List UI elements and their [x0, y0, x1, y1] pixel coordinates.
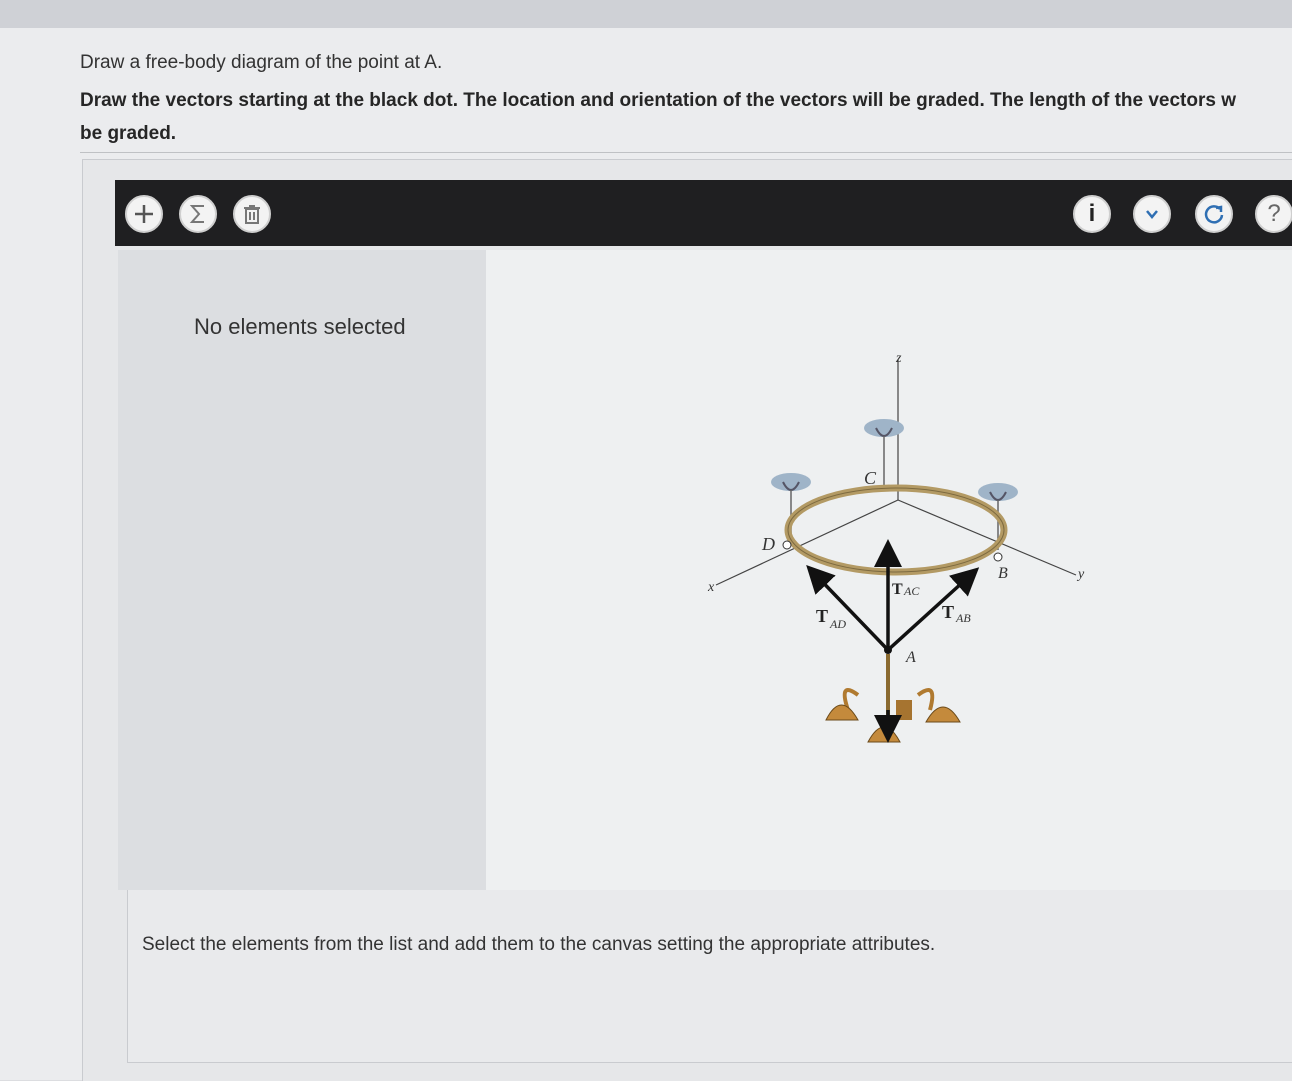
instructions-line-1: Draw the vectors starting at the black d… [80, 90, 1237, 111]
point-b-label: B [998, 565, 1008, 582]
sigma-icon [189, 205, 204, 223]
no-selection-label: No elements selected [194, 314, 406, 339]
svg-text:T: T [942, 602, 954, 622]
point-a-label: A [905, 649, 916, 666]
label-t-ac: T AC [892, 581, 920, 598]
widget-toolbar: i ? [115, 180, 1292, 246]
trash-icon [244, 205, 260, 224]
point-d-label: D [761, 534, 775, 554]
question-page: Draw a free-body diagram of the point at… [0, 28, 1292, 1081]
point-c-label: C [864, 468, 877, 488]
reset-button[interactable] [1195, 195, 1233, 233]
info-button[interactable]: i [1073, 195, 1111, 233]
chevron-down-icon [1146, 210, 1158, 219]
element-properties-panel: No elements selected [118, 250, 486, 890]
add-element-button[interactable] [125, 195, 163, 233]
instructions-line-2: be graded. [80, 123, 177, 144]
instructions-footer: Select the elements from the list and ad… [127, 890, 1292, 1063]
reset-icon [1204, 205, 1224, 224]
plus-icon [135, 205, 153, 223]
label-t-ab: T AB [942, 602, 971, 625]
hook-d-icon [771, 473, 811, 491]
svg-text:T: T [816, 606, 828, 626]
label-t-ad: T AD [816, 606, 846, 631]
svg-text:AB: AB [955, 611, 971, 625]
hook-b-icon [978, 483, 1018, 501]
help-button[interactable]: ? [1255, 195, 1292, 233]
help-icon: ? [1267, 200, 1281, 227]
svg-text:AC: AC [903, 584, 920, 598]
point-a-dot [884, 646, 892, 654]
x-axis-label: x [707, 580, 715, 595]
point-d-dot [782, 540, 792, 550]
fbd-widget: i ? No elements selected z x y C D B T A… [82, 159, 1292, 1081]
chandelier-lamps [825, 654, 961, 743]
info-icon: i [1088, 200, 1096, 227]
delete-button[interactable] [233, 195, 271, 233]
drawing-canvas[interactable]: z x y C D B T AD T AB T AC A [486, 250, 1292, 890]
z-axis-label: z [895, 351, 902, 366]
sum-button[interactable] [179, 195, 217, 233]
menu-button[interactable] [1133, 195, 1171, 233]
divider [80, 152, 1292, 153]
question-prompt: Draw a free-body diagram of the point at… [80, 52, 443, 73]
svg-text:T: T [892, 581, 903, 598]
chandelier-figure: z x y C D B T AD T AB T AC A [707, 351, 1085, 743]
footer-hint: Select the elements from the list and ad… [142, 934, 936, 955]
svg-text:AD: AD [829, 617, 846, 631]
y-axis-label: y [1076, 567, 1085, 582]
point-b-dot [993, 552, 1003, 562]
question-instructions: Draw the vectors starting at the black d… [80, 84, 1292, 150]
hook-c-icon [864, 419, 904, 437]
